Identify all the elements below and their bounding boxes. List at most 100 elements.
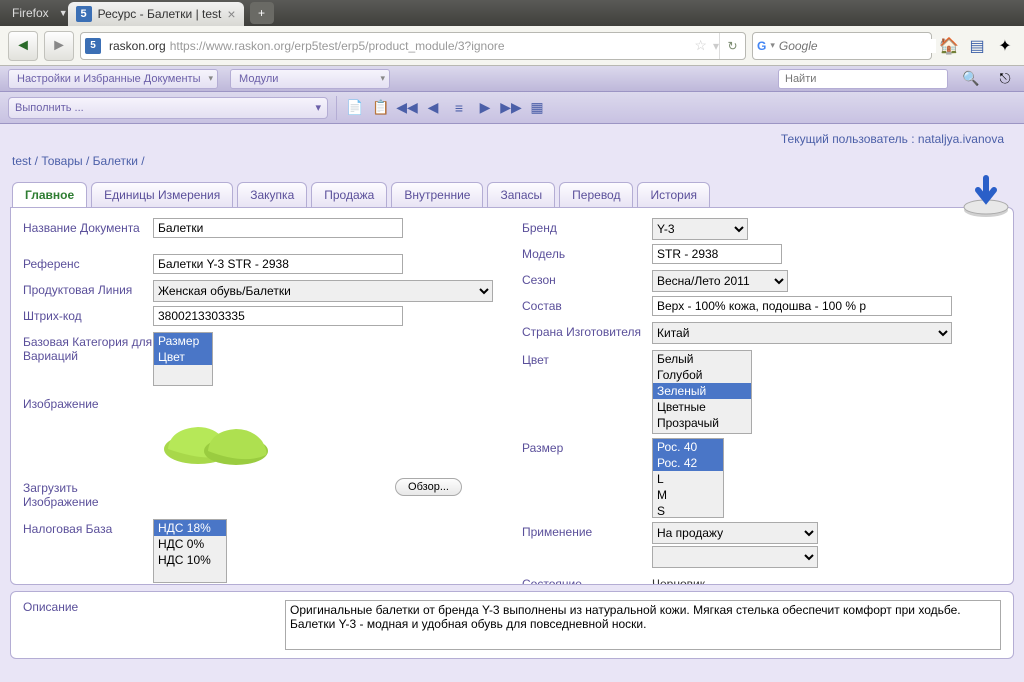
description-field[interactable]: [285, 600, 1001, 650]
season-select[interactable]: Весна/Лето 2011: [652, 270, 788, 292]
tab-history[interactable]: История: [637, 182, 710, 207]
composition-label: Состав: [522, 296, 652, 313]
product-line-select[interactable]: Женская обувь/Балетки: [153, 280, 493, 302]
search-icon[interactable]: 🔍: [960, 68, 982, 90]
url-bar[interactable]: 5 raskon.org https://www.raskon.org/erp5…: [80, 32, 746, 60]
composition-field[interactable]: [652, 296, 952, 316]
brand-label: Бренд: [522, 218, 652, 235]
current-user: Текущий пользователь : nataljya.ivanova: [8, 130, 1016, 152]
product-line-label: Продуктовая Линия: [23, 280, 153, 297]
tax-listbox[interactable]: НДС 18% НДС 0% НДС 10%: [153, 519, 227, 583]
browser-name: Firefox: [4, 6, 57, 20]
breadcrumb: test / Товары / Балетки /: [8, 152, 1016, 182]
search-input[interactable]: [779, 39, 936, 53]
tab-units[interactable]: Единицы Измерения: [91, 182, 233, 207]
description-label: Описание: [23, 600, 273, 650]
country-select[interactable]: Китай: [652, 322, 952, 344]
form-right-col: Бренд Y-3 Модель Сезон Весна/Лето 2011 С…: [522, 218, 1001, 574]
browser-search[interactable]: G ▾ 🔍: [752, 32, 932, 60]
size-label: Размер: [522, 438, 652, 455]
list-icon[interactable]: ≡: [449, 98, 469, 118]
erp-topbar: Настройки и Избранные Документы ▾ Модули…: [0, 66, 1024, 92]
usage-select[interactable]: На продажу: [652, 522, 818, 544]
url-path: https://www.raskon.org/erp5test/erp5/pro…: [170, 39, 689, 53]
reference-label: Референс: [23, 254, 153, 271]
barcode-field[interactable]: [153, 306, 403, 326]
image-label: Изображение: [23, 394, 153, 411]
download-icon[interactable]: [962, 174, 1010, 218]
execute-dropdown[interactable]: Выполнить ... ▾: [8, 97, 328, 119]
grid-icon[interactable]: ▦: [527, 98, 547, 118]
brand-select[interactable]: Y-3: [652, 218, 748, 240]
breadcrumb-root[interactable]: test: [12, 154, 31, 168]
reference-field[interactable]: [153, 254, 403, 274]
erp-search-input[interactable]: [785, 73, 941, 85]
new-tab-button[interactable]: +: [250, 2, 274, 24]
usage-select-2[interactable]: [652, 546, 818, 568]
google-icon: G: [757, 38, 766, 54]
size-listbox[interactable]: Рос. 40 Рос. 42 L M S: [652, 438, 724, 518]
exit-icon[interactable]: ⎋: [994, 68, 1016, 90]
site-favicon: 5: [76, 6, 92, 22]
model-field[interactable]: [652, 244, 782, 264]
tab-close-icon[interactable]: ×: [227, 6, 235, 22]
first-icon[interactable]: ◀◀: [397, 98, 417, 118]
chevron-down-icon: ▾: [381, 73, 386, 84]
browser-navbar: ◄ ► 5 raskon.org https://www.raskon.org/…: [0, 26, 1024, 66]
description-panel: Описание: [10, 591, 1014, 659]
browser-tab[interactable]: 5 Ресурс - Балетки | test ×: [68, 2, 244, 26]
bookmark-star-icon[interactable]: ☆: [688, 37, 713, 54]
chevron-down-icon: ▾: [315, 101, 321, 114]
model-label: Модель: [522, 244, 652, 261]
color-listbox[interactable]: Белый Голубой Зеленый Цветные Прозрачый: [652, 350, 752, 434]
chevron-down-icon: ▾: [209, 73, 214, 84]
upload-label: Загрузить Изображение: [23, 478, 153, 509]
last-icon[interactable]: ▶▶: [501, 98, 521, 118]
tab-main[interactable]: Главное: [12, 182, 87, 207]
reload-icon[interactable]: ↻: [719, 33, 745, 59]
erp-content: Текущий пользователь : nataljya.ivanova …: [0, 124, 1024, 682]
tab-stock[interactable]: Запасы: [487, 182, 555, 207]
browse-button[interactable]: Обзор...: [395, 478, 462, 496]
variation-label: Базовая Категория для Вариаций: [23, 332, 153, 363]
doc-name-field[interactable]: [153, 218, 403, 238]
tabs-row: Главное Единицы Измерения Закупка Продаж…: [8, 182, 1016, 207]
doc-name-label: Название Документа: [23, 218, 153, 235]
variation-listbox[interactable]: Размер Цвет: [153, 332, 213, 386]
erp-search[interactable]: [778, 69, 948, 89]
url-favicon: 5: [85, 38, 101, 54]
copy-doc-icon[interactable]: 📋: [371, 98, 391, 118]
settings-dropdown[interactable]: Настройки и Избранные Документы ▾: [8, 69, 218, 89]
breadcrumb-module[interactable]: Товары: [41, 154, 82, 168]
erp-actionbar: Выполнить ... ▾ 📄 📋 ◀◀ ◀ ≡ ▶ ▶▶ ▦: [0, 92, 1024, 124]
color-label: Цвет: [522, 350, 652, 367]
firefox-menu-arrow[interactable]: ▼: [59, 8, 68, 18]
state-value: Черновик: [652, 574, 705, 585]
url-domain: raskon.org: [105, 39, 170, 53]
prev-icon[interactable]: ◀: [423, 98, 443, 118]
browser-titlebar: Firefox ▼ 5 Ресурс - Балетки | test × +: [0, 0, 1024, 26]
season-label: Сезон: [522, 270, 652, 287]
tab-title: Ресурс - Балетки | test: [98, 7, 222, 21]
modules-dropdown[interactable]: Модули ▾: [230, 69, 390, 89]
back-button[interactable]: ◄: [8, 31, 38, 61]
home-icon[interactable]: 🏠: [938, 35, 960, 57]
forward-button: ►: [44, 31, 74, 61]
tax-label: Налоговая База: [23, 519, 153, 536]
next-icon[interactable]: ▶: [475, 98, 495, 118]
form-left-col: Название Документа Референс Продуктовая …: [23, 218, 502, 574]
addon-icon[interactable]: ✦: [994, 35, 1016, 57]
bookmarks-icon[interactable]: ▤: [966, 35, 988, 57]
state-label: Состояние: [522, 574, 652, 585]
product-image: [153, 394, 283, 474]
tab-sale[interactable]: Продажа: [311, 182, 387, 207]
breadcrumb-item[interactable]: Балетки: [93, 154, 138, 168]
barcode-label: Штрих-код: [23, 306, 153, 323]
tab-translation[interactable]: Перевод: [559, 182, 633, 207]
new-doc-icon[interactable]: 📄: [345, 98, 365, 118]
tab-purchase[interactable]: Закупка: [237, 182, 307, 207]
usage-label: Применение: [522, 522, 652, 539]
form-panel: Название Документа Референс Продуктовая …: [10, 207, 1014, 585]
tab-internal[interactable]: Внутренние: [391, 182, 483, 207]
country-label: Страна Изготовителя: [522, 322, 652, 339]
